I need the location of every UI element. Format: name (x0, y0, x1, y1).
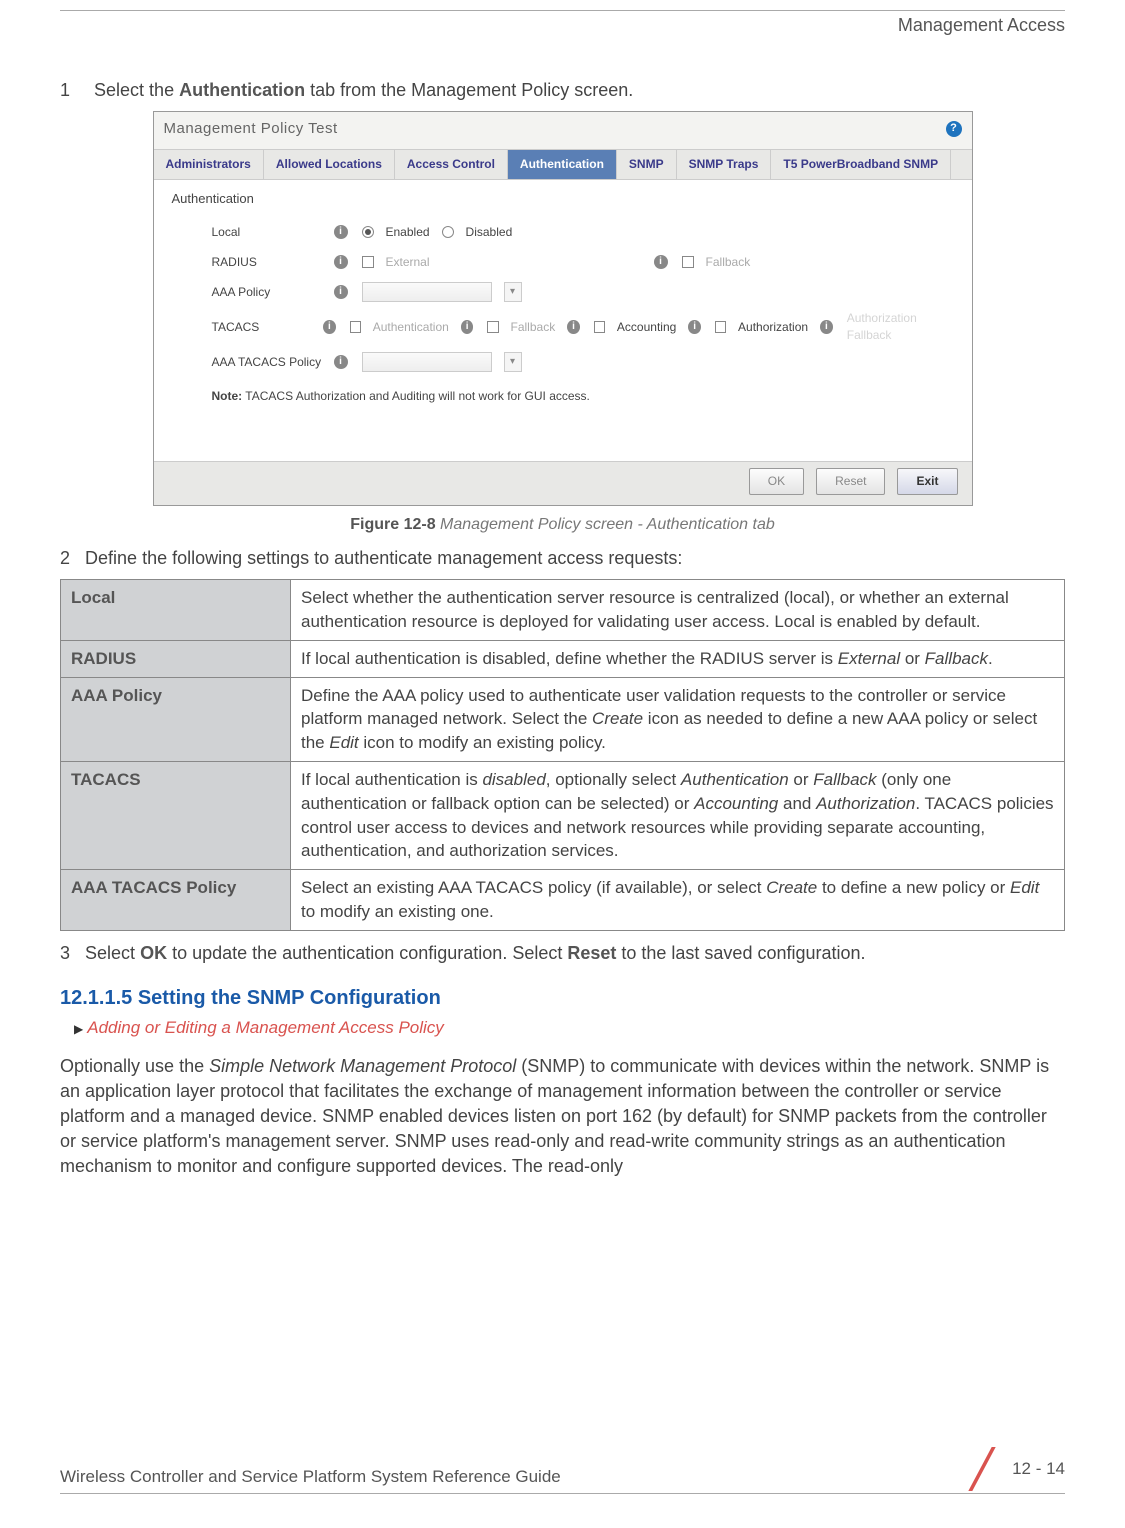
settings-table: Local Select whether the authentication … (60, 579, 1065, 931)
table-row: AAA TACACS Policy Select an existing AAA… (61, 870, 1065, 931)
embedded-screenshot: Management Policy Test ? Administrators … (153, 111, 973, 505)
tab-administrators[interactable]: Administrators (154, 150, 264, 179)
figure-caption: Figure 12-8 Management Policy screen - A… (60, 514, 1065, 536)
dropdown-icon[interactable]: ▾ (504, 352, 522, 372)
term-aaatacacs: AAA TACACS Policy (61, 870, 291, 931)
radio-enabled[interactable] (362, 226, 374, 238)
info-icon[interactable]: i (688, 320, 701, 334)
tab-allowed-locations[interactable]: Allowed Locations (264, 150, 395, 179)
info-icon[interactable]: i (461, 320, 474, 334)
exit-button[interactable]: Exit (897, 468, 957, 495)
step-1: 1 Select the Authentication tab from the… (60, 78, 1065, 103)
info-icon[interactable]: i (323, 320, 336, 334)
tab-bar: Administrators Allowed Locations Access … (154, 149, 972, 180)
info-icon[interactable]: i (567, 320, 580, 334)
table-row: RADIUS If local authentication is disabl… (61, 640, 1065, 677)
checkbox-authz[interactable] (715, 321, 726, 333)
info-icon[interactable]: i (334, 255, 348, 269)
term-tacacs: TACACS (61, 761, 291, 869)
slash-icon (968, 1449, 1002, 1489)
checkbox-fallback[interactable] (682, 256, 694, 268)
breadcrumb-link[interactable]: ▶Adding or Editing a Management Access P… (74, 1016, 1065, 1040)
footer-guide: Wireless Controller and Service Platform… (60, 1465, 561, 1489)
dialog-footer: OK Reset Exit (154, 461, 972, 505)
info-icon[interactable]: i (334, 225, 348, 239)
dropdown-icon[interactable]: ▾ (504, 282, 522, 302)
step-num: 1 (60, 80, 70, 100)
section-heading: 12.1.1.5 Setting the SNMP Configuration (60, 984, 1065, 1012)
term-aaa: AAA Policy (61, 677, 291, 761)
body-paragraph: Optionally use the Simple Network Manage… (60, 1054, 1065, 1180)
step-3: 3 Select OK to update the authentication… (60, 941, 1065, 966)
row-radius: RADIUS i External i Fallback (212, 250, 954, 274)
table-row: TACACS If local authentication is disabl… (61, 761, 1065, 869)
checkbox-fb[interactable] (487, 321, 498, 333)
info-icon[interactable]: i (334, 285, 348, 299)
term-local: Local (61, 580, 291, 641)
triangle-icon: ▶ (74, 1022, 83, 1036)
desc-radius: If local authentication is disabled, def… (291, 640, 1065, 677)
page-footer: Wireless Controller and Service Platform… (60, 1449, 1065, 1494)
row-label: TACACS (212, 319, 312, 336)
checkbox-acct[interactable] (594, 321, 605, 333)
step1-bold: Authentication (179, 80, 305, 100)
aaa-policy-input[interactable] (362, 282, 492, 302)
table-row: Local Select whether the authentication … (61, 580, 1065, 641)
checkbox-external[interactable] (362, 256, 374, 268)
note: Note: TACACS Authorization and Auditing … (212, 388, 954, 405)
term-radius: RADIUS (61, 640, 291, 677)
info-icon[interactable]: i (654, 255, 668, 269)
desc-tacacs: If local authentication is disabled, opt… (291, 761, 1065, 869)
row-label: AAA TACACS Policy (212, 354, 322, 371)
tab-authentication[interactable]: Authentication (508, 150, 617, 179)
window-title: Management Policy Test (164, 118, 338, 139)
desc-local: Select whether the authentication server… (291, 580, 1065, 641)
aaa-tacacs-input[interactable] (362, 352, 492, 372)
desc-aaatacacs: Select an existing AAA TACACS policy (if… (291, 870, 1065, 931)
row-label: Local (212, 224, 322, 241)
page-number: 12 - 14 (1012, 1457, 1065, 1481)
row-aaa-policy: AAA Policy i ▾ (212, 280, 954, 304)
info-icon[interactable]: i (820, 320, 833, 334)
checkbox-auth[interactable] (350, 321, 361, 333)
row-label: AAA Policy (212, 284, 322, 301)
tab-snmp-traps[interactable]: SNMP Traps (677, 150, 772, 179)
table-row: AAA Policy Define the AAA policy used to… (61, 677, 1065, 761)
info-icon[interactable]: i (334, 355, 348, 369)
ok-button[interactable]: OK (749, 468, 804, 495)
row-local: Local i Enabled Disabled (212, 220, 954, 244)
row-tacacs: TACACS i Authentication i Fallback i Acc… (212, 310, 954, 344)
tab-t5[interactable]: T5 PowerBroadband SNMP (771, 150, 951, 179)
help-icon[interactable]: ? (946, 121, 962, 137)
radio-disabled[interactable] (442, 226, 454, 238)
row-aaa-tacacs: AAA TACACS Policy i ▾ (212, 350, 954, 374)
page-header: Management Access (60, 10, 1065, 38)
row-label: RADIUS (212, 254, 322, 271)
tab-snmp[interactable]: SNMP (617, 150, 677, 179)
step-2: 2 Define the following settings to authe… (60, 546, 1065, 571)
header-section: Management Access (898, 15, 1065, 35)
tab-access-control[interactable]: Access Control (395, 150, 508, 179)
reset-button[interactable]: Reset (816, 468, 885, 495)
section-label: Authentication (172, 190, 954, 208)
desc-aaa: Define the AAA policy used to authentica… (291, 677, 1065, 761)
step-num: 3 (60, 943, 70, 963)
step-num: 2 (60, 548, 70, 568)
